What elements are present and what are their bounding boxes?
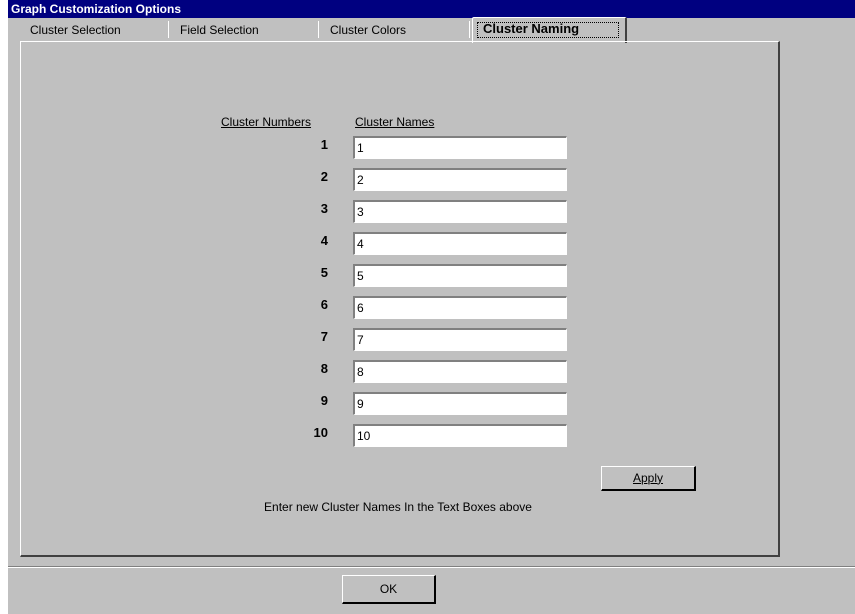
tab-cluster-colors[interactable]: Cluster Colors <box>320 20 473 40</box>
apply-button[interactable]: Apply <box>601 466 696 491</box>
cluster-name-input-7[interactable] <box>353 328 567 351</box>
apply-label: Apply <box>632 471 664 485</box>
window-title: Graph Customization Options <box>11 2 181 16</box>
cluster-number-label: 5 <box>320 265 328 280</box>
cluster-number-label: 6 <box>320 297 328 312</box>
cluster-name-input-6[interactable] <box>353 296 567 319</box>
cluster-name-input-3[interactable] <box>353 200 567 223</box>
tab-label: Field Selection <box>180 23 259 37</box>
cluster-number-label: 9 <box>320 393 328 408</box>
cluster-number-label: 7 <box>320 329 328 344</box>
cluster-name-input-8[interactable] <box>353 360 567 383</box>
tab-label: Cluster Selection <box>30 23 121 37</box>
cluster-number-label: 10 <box>313 425 328 440</box>
cluster-name-input-4[interactable] <box>353 232 567 255</box>
tab-field-selection[interactable]: Field Selection <box>170 20 322 40</box>
cluster-name-input-9[interactable] <box>353 392 567 415</box>
cluster-name-input-1[interactable] <box>353 136 567 159</box>
cluster-names-header: Cluster Names <box>355 115 435 129</box>
cluster-number-label: 4 <box>320 233 328 248</box>
cluster-number-label: 3 <box>320 201 328 216</box>
title-bar: Graph Customization Options <box>8 0 855 18</box>
cluster-name-input-5[interactable] <box>353 264 567 287</box>
tab-cluster-naming[interactable]: Cluster Naming <box>472 17 627 43</box>
tab-cluster-selection[interactable]: Cluster Selection <box>20 20 172 40</box>
tab-label: Cluster Naming <box>483 21 580 36</box>
cluster-name-input-2[interactable] <box>353 168 567 191</box>
instruction-text: Enter new Cluster Names In the Text Boxe… <box>264 500 532 514</box>
cluster-name-input-10[interactable] <box>353 424 567 447</box>
footer-divider <box>8 566 855 568</box>
cluster-numbers-header: Cluster Numbers <box>221 115 312 129</box>
ok-label: OK <box>379 582 398 596</box>
cluster-number-label: 1 <box>320 137 328 152</box>
dialog-window: Graph Customization Options Cluster Sele… <box>8 0 855 614</box>
ok-button[interactable]: OK <box>342 575 436 604</box>
cluster-number-label: 2 <box>320 169 328 184</box>
tab-label: Cluster Colors <box>330 23 407 37</box>
cluster-number-label: 8 <box>320 361 328 376</box>
